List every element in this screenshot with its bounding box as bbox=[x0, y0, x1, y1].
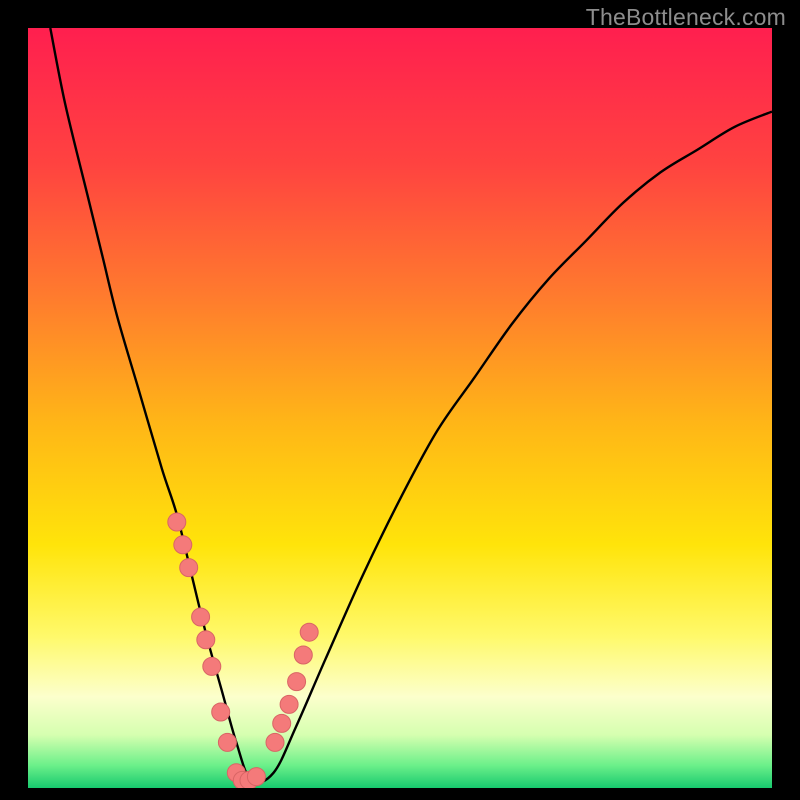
curve-marker bbox=[300, 623, 318, 641]
gradient-rect bbox=[28, 28, 772, 788]
curve-marker bbox=[174, 536, 192, 554]
curve-marker bbox=[247, 768, 265, 786]
curve-marker bbox=[280, 695, 298, 713]
plot-area bbox=[28, 28, 772, 788]
chart-frame: TheBottleneck.com bbox=[0, 0, 800, 800]
curve-marker bbox=[203, 657, 221, 675]
curve-marker bbox=[192, 608, 210, 626]
curve-marker bbox=[212, 703, 230, 721]
curve-marker bbox=[197, 631, 215, 649]
curve-marker bbox=[180, 559, 198, 577]
chart-svg bbox=[28, 28, 772, 788]
curve-marker bbox=[288, 673, 306, 691]
curve-marker bbox=[218, 733, 236, 751]
curve-marker bbox=[266, 733, 284, 751]
curve-marker bbox=[294, 646, 312, 664]
curve-marker bbox=[168, 513, 186, 531]
curve-marker bbox=[273, 714, 291, 732]
watermark-text: TheBottleneck.com bbox=[586, 4, 786, 31]
